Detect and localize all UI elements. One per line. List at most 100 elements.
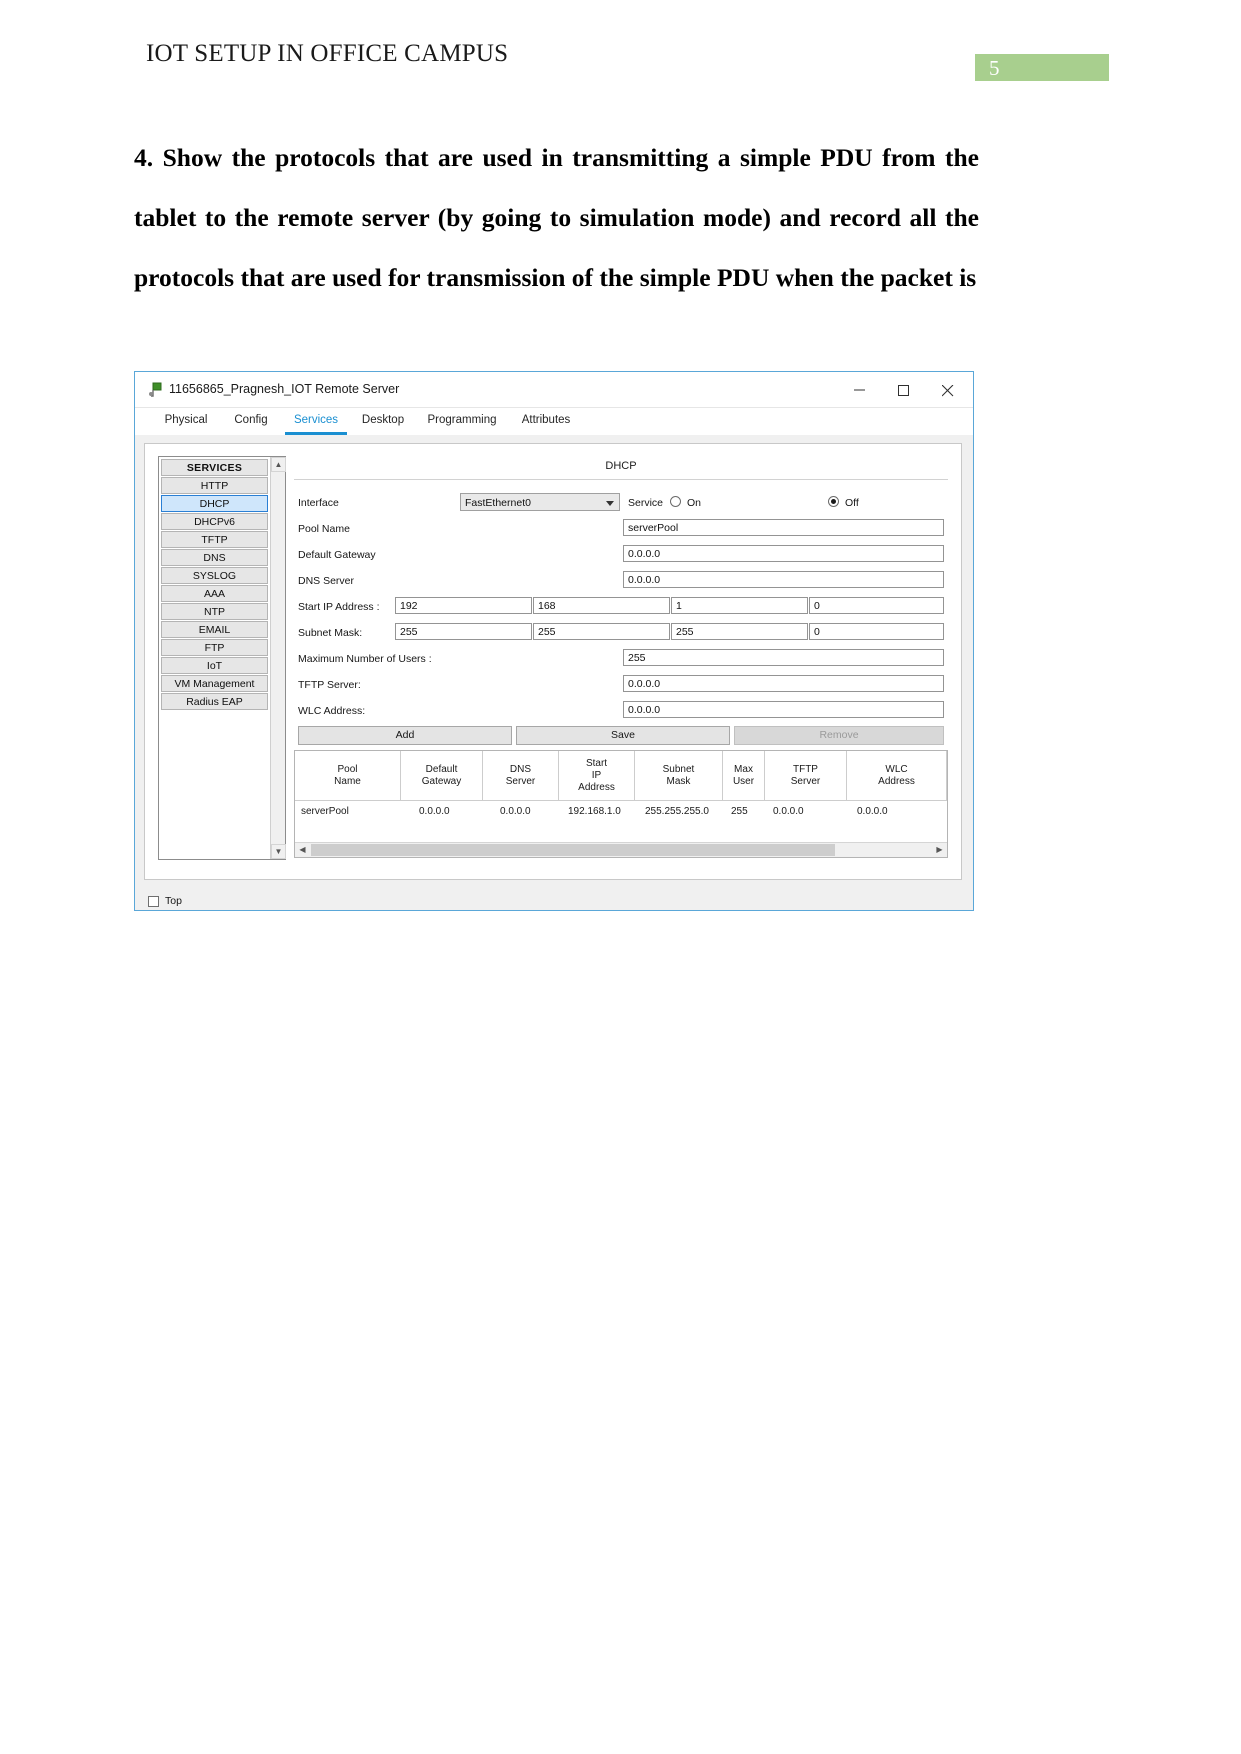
column-header-subnet-mask: Subnet Mask [635,751,723,800]
tftp-server-input[interactable]: 0.0.0.0 [623,675,944,692]
chevron-down-icon [606,501,614,506]
document-header-title: IOT SETUP IN OFFICE CAMPUS [146,40,509,67]
chevron-right-icon[interactable]: ▶ [932,843,947,857]
sidebar-item-syslog[interactable]: SYSLOG [161,567,268,584]
service-on-radio[interactable] [670,496,681,507]
sidebar-item-iot[interactable]: IoT [161,657,268,674]
question-paragraph: 4. Show the protocols that are used in t… [134,143,979,292]
divider [294,479,948,480]
minimize-icon[interactable] [839,372,883,407]
default-gateway-input[interactable]: 0.0.0.0 [623,545,944,562]
column-header-pool-name: Pool Name [295,751,401,800]
service-on-label: On [687,497,702,509]
chevron-left-icon[interactable]: ◀ [295,843,310,857]
cell-wlc-address: 0.0.0.0 [857,806,888,817]
subnet-mask-octet-1[interactable]: 255 [395,623,532,640]
sidebar-item-http[interactable]: HTTP [161,477,268,494]
column-header-max-user: Max User [723,751,765,800]
service-label: Service [628,497,664,509]
interface-label: Interface [298,497,339,509]
sidebar-item-email[interactable]: EMAIL [161,621,268,638]
top-checkbox[interactable] [148,896,159,907]
window-content: SERVICES HTTP DHCP DHCPv6 TFTP DNS SYSLO… [135,435,973,910]
start-ip-octet-3[interactable]: 1 [671,597,808,614]
sidebar-item-vm-management[interactable]: VM Management [161,675,268,692]
dns-server-label: DNS Server [298,575,355,587]
cell-tftp-server: 0.0.0.0 [773,806,804,817]
tab-attributes[interactable]: Attributes [511,408,581,435]
tab-programming[interactable]: Programming [419,408,505,435]
sidebar-scrollbar[interactable]: ▲ ▼ [270,457,286,859]
sidebar-item-ftp[interactable]: FTP [161,639,268,656]
sidebar-item-dns[interactable]: DNS [161,549,268,566]
service-off-radio[interactable] [828,496,839,507]
page-number: 5 [989,56,1000,80]
remove-button: Remove [734,726,944,745]
wlc-address-label: WLC Address: [298,705,366,717]
cell-pool-name: serverPool [301,806,349,817]
subnet-mask-octet-2[interactable]: 255 [533,623,670,640]
dhcp-form: DHCP Interface FastEthernet0 Service On … [294,456,948,860]
sidebar-item-dhcpv6[interactable]: DHCPv6 [161,513,268,530]
chevron-up-icon[interactable]: ▲ [271,457,286,472]
tab-config[interactable]: Config [223,408,279,435]
maximize-icon[interactable] [883,372,927,407]
services-sidebar: SERVICES HTTP DHCP DHCPv6 TFTP DNS SYSLO… [158,456,286,860]
subnet-mask-octet-4[interactable]: 0 [809,623,944,640]
cell-default-gateway: 0.0.0.0 [419,806,450,817]
tftp-server-label: TFTP Server: [298,679,361,691]
interface-select-value: FastEthernet0 [465,497,531,509]
chevron-down-icon[interactable]: ▼ [271,844,286,859]
service-off-label: Off [845,497,859,509]
column-header-dns-server: DNS Server [483,751,559,800]
dns-server-input[interactable]: 0.0.0.0 [623,571,944,588]
save-button[interactable]: Save [516,726,730,745]
table-horizontal-scrollbar[interactable]: ◀ ▶ [295,842,947,857]
document-header: IOT SETUP IN OFFICE CAMPUS 5 [0,0,1241,100]
window-title: 11656865_Pragnesh_IOT Remote Server [169,382,400,396]
table-header-row: Pool Name Default Gateway DNS Server Start I… [295,751,947,801]
start-ip-octet-2[interactable]: 168 [533,597,670,614]
max-users-input[interactable]: 255 [623,649,944,666]
column-header-tftp-server: TFTP Server [765,751,847,800]
max-users-label: Maximum Number of Users : [298,653,432,665]
start-ip-octet-1[interactable]: 192 [395,597,532,614]
column-header-default-gateway: Default Gateway [401,751,483,800]
packet-tracer-icon [149,382,163,397]
window-titlebar: 11656865_Pragnesh_IOT Remote Server [135,372,973,408]
start-ip-address-label: Start IP Address : [298,601,380,613]
tab-physical[interactable]: Physical [155,408,217,435]
sidebar-item-tftp[interactable]: TFTP [161,531,268,548]
interface-select[interactable]: FastEthernet0 [460,493,620,511]
sidebar-item-radius-eap[interactable]: Radius EAP [161,693,268,710]
cell-subnet-mask: 255.255.255.0 [645,806,709,817]
subnet-mask-octet-3[interactable]: 255 [671,623,808,640]
tab-desktop[interactable]: Desktop [353,408,413,435]
sidebar-item-dhcp[interactable]: DHCP [161,495,268,512]
tab-services[interactable]: Services [285,408,347,435]
scrollbar-thumb[interactable] [311,844,835,856]
sidebar-item-aaa[interactable]: AAA [161,585,268,602]
top-checkbox-label: Top [165,895,182,907]
dhcp-pool-table: Pool Name Default Gateway DNS Server Start I… [294,750,948,858]
services-panel: SERVICES HTTP DHCP DHCPv6 TFTP DNS SYSLO… [144,443,962,880]
sidebar-item-ntp[interactable]: NTP [161,603,268,620]
page-number-badge: 5 [975,54,1109,81]
add-button[interactable]: Add [298,726,512,745]
services-list-heading: SERVICES [161,459,268,476]
wlc-address-input[interactable]: 0.0.0.0 [623,701,944,718]
column-header-wlc-address: WLC Address [847,751,947,800]
default-gateway-label: Default Gateway [298,549,376,561]
cell-max-user: 255 [731,806,748,817]
tab-strip: Physical Config Services Desktop Program… [135,408,973,435]
cell-dns-server: 0.0.0.0 [500,806,531,817]
close-icon[interactable] [927,372,971,407]
pool-name-input[interactable]: serverPool [623,519,944,536]
pool-name-label: Pool Name [298,523,350,535]
embedded-screenshot: 11656865_Pragnesh_IOT Remote Server Phys… [134,371,974,911]
cell-start-ip: 192.168.1.0 [568,806,621,817]
subnet-mask-label: Subnet Mask: [298,627,363,639]
services-list: SERVICES HTTP DHCP DHCPv6 TFTP DNS SYSLO… [159,457,270,711]
start-ip-octet-4[interactable]: 0 [809,597,944,614]
column-header-start-ip: Start IP Address [559,751,635,800]
